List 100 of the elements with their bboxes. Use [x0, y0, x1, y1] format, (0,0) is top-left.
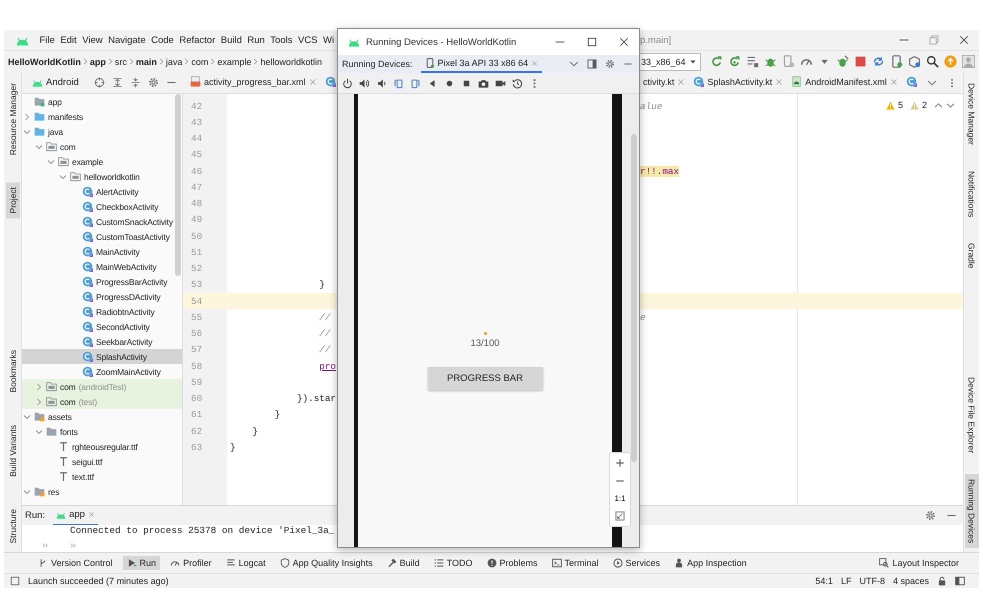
close-icon[interactable]: [959, 35, 969, 45]
tree-item[interactable]: assets: [22, 409, 182, 424]
tree-item[interactable]: text.ttf: [22, 469, 182, 484]
phone-icon[interactable]: [890, 55, 903, 68]
tree-item[interactable]: ProgressDActivity: [22, 289, 182, 304]
tree-item[interactable]: MainActivity: [22, 244, 182, 259]
scrollbar-thumb[interactable]: [631, 134, 637, 462]
chevron-down-icon[interactable]: [58, 172, 66, 180]
editor-tab[interactable]: activity_progress_bar.xml: [187, 72, 320, 93]
tree-item[interactable]: com: [22, 139, 182, 154]
menu-item[interactable]: Edit: [60, 34, 77, 46]
editor-tab[interactable]: AndroidManifest.xml: [788, 72, 901, 93]
box-icon[interactable]: [908, 55, 921, 68]
menu-item[interactable]: Tools: [270, 34, 292, 46]
tool-window-tab[interactable]: Resource Manager: [6, 78, 20, 160]
tool-window-button[interactable]: Version Control: [34, 556, 117, 570]
power-icon[interactable]: [342, 78, 353, 88]
chevron-right-icon[interactable]: [34, 398, 42, 406]
device-tab[interactable]: Pixel 3a API 33 x86 64: [420, 55, 542, 73]
tool-window-button[interactable]: Build: [382, 556, 424, 570]
menu-item[interactable]: Navigate: [108, 34, 146, 46]
menu-item[interactable]: Build: [220, 34, 242, 46]
chevron-right-icon[interactable]: [22, 112, 30, 120]
tool-window-button[interactable]: TODO: [430, 556, 477, 570]
settings-icon[interactable]: [605, 59, 615, 69]
tree-item[interactable]: SecondActivity: [22, 319, 182, 334]
indent-setting[interactable]: 4 spaces: [892, 576, 929, 586]
layout-icon[interactable]: [587, 59, 597, 69]
rotate-left-icon[interactable]: [393, 78, 404, 88]
double-chevron-icon[interactable]: [70, 542, 77, 549]
tree-item[interactable]: seigui.ttf: [22, 454, 182, 469]
target-icon[interactable]: [94, 77, 105, 88]
chevron-down-icon[interactable]: [22, 128, 30, 136]
bug-icon[interactable]: [836, 55, 849, 68]
tree-item[interactable]: res: [22, 484, 182, 499]
menu-item[interactable]: VCS: [298, 34, 318, 46]
sync-icon[interactable]: [872, 55, 885, 68]
tree-item[interactable]: example: [22, 154, 182, 169]
settings-icon[interactable]: [148, 77, 159, 88]
chevron-down-icon[interactable]: [34, 428, 42, 436]
lock-icon[interactable]: [937, 576, 947, 586]
chevron-down-icon[interactable]: [946, 100, 955, 110]
tree-item[interactable]: fonts: [22, 424, 182, 439]
breadcrumb[interactable]: java: [166, 56, 182, 66]
menu-item[interactable]: File: [40, 34, 55, 46]
scrollbar-thumb[interactable]: [175, 94, 181, 276]
chevron-right-icon[interactable]: [34, 382, 42, 390]
tree-item[interactable]: ProgressBarActivity: [22, 274, 182, 289]
tree-item[interactable]: CheckboxActivity: [22, 199, 182, 214]
device-selector[interactable]: 33_x86_64: [640, 52, 701, 70]
menu-item[interactable]: Run: [247, 34, 265, 46]
circular-arrow-icon[interactable]: [710, 55, 723, 68]
tree-item[interactable]: SeekbarActivity: [22, 334, 182, 349]
stop-icon[interactable]: [854, 55, 867, 68]
editor-tab[interactable]: SplashActivity.kt: [690, 72, 786, 93]
breadcrumb[interactable]: helloworldkotlin: [260, 56, 322, 66]
chevron-down-icon[interactable]: [22, 488, 30, 496]
fit-screen-icon[interactable]: [615, 511, 625, 521]
tool-window-button[interactable]: Layout Inspector: [875, 556, 963, 570]
breadcrumb[interactable]: com: [191, 56, 208, 66]
breadcrumb[interactable]: main: [136, 56, 157, 66]
reset-icon[interactable]: [512, 78, 523, 88]
square-icon[interactable]: [10, 576, 20, 586]
expand-all-icon[interactable]: [112, 77, 123, 88]
tree-item[interactable]: AlertActivity: [22, 184, 182, 199]
line-separator[interactable]: LF: [840, 576, 852, 586]
tool-window-tab[interactable]: Running Devices: [964, 474, 978, 548]
close-icon[interactable]: [619, 37, 629, 47]
breadcrumb[interactable]: example: [217, 56, 252, 66]
tree-item[interactable]: com (androidTest): [22, 379, 182, 394]
tool-window-button[interactable]: Run: [122, 556, 160, 570]
search-icon[interactable]: [926, 55, 939, 68]
breadcrumb[interactable]: HelloWorldKotlin: [8, 56, 81, 66]
tool-window-button[interactable]: Services: [608, 556, 664, 570]
tree-item[interactable]: RadiobtnActivity: [22, 304, 182, 319]
double-chevron-icon[interactable]: [42, 542, 49, 549]
progress-bar-button[interactable]: PROGRESS BAR: [428, 367, 542, 390]
menu-item[interactable]: Wi: [323, 34, 334, 46]
tree-item[interactable]: SplashActivity: [22, 349, 182, 364]
settings-icon[interactable]: [925, 510, 936, 521]
tree-item[interactable]: CustomSnackActivity: [22, 214, 182, 229]
tool-window-button[interactable]: App Inspection: [670, 556, 751, 570]
window-icon[interactable]: [955, 576, 965, 586]
actual-size-button[interactable]: 1:1: [614, 494, 626, 503]
view-selector[interactable]: Android: [32, 77, 79, 88]
tree-item[interactable]: helloworldkotlin: [22, 169, 182, 184]
volume-down-icon[interactable]: [376, 78, 387, 88]
menu-item[interactable]: Refactor: [179, 34, 216, 46]
zoom-in-icon[interactable]: [615, 458, 625, 468]
menu-item[interactable]: Code: [151, 34, 174, 46]
tool-window-tab[interactable]: Bookmarks: [6, 345, 20, 398]
maximize-icon[interactable]: [587, 37, 597, 47]
chevron-down-icon[interactable]: [46, 158, 54, 166]
tree-item[interactable]: com (test): [22, 394, 182, 409]
tree-item[interactable]: app: [22, 94, 182, 109]
tool-window-tab[interactable]: Device Manager: [964, 78, 978, 150]
list-icon[interactable]: [746, 55, 759, 68]
tool-window-tab[interactable]: Build Variants: [6, 420, 20, 482]
tree-item[interactable]: MainWebActivity: [22, 259, 182, 274]
menu-item[interactable]: View: [82, 34, 103, 46]
